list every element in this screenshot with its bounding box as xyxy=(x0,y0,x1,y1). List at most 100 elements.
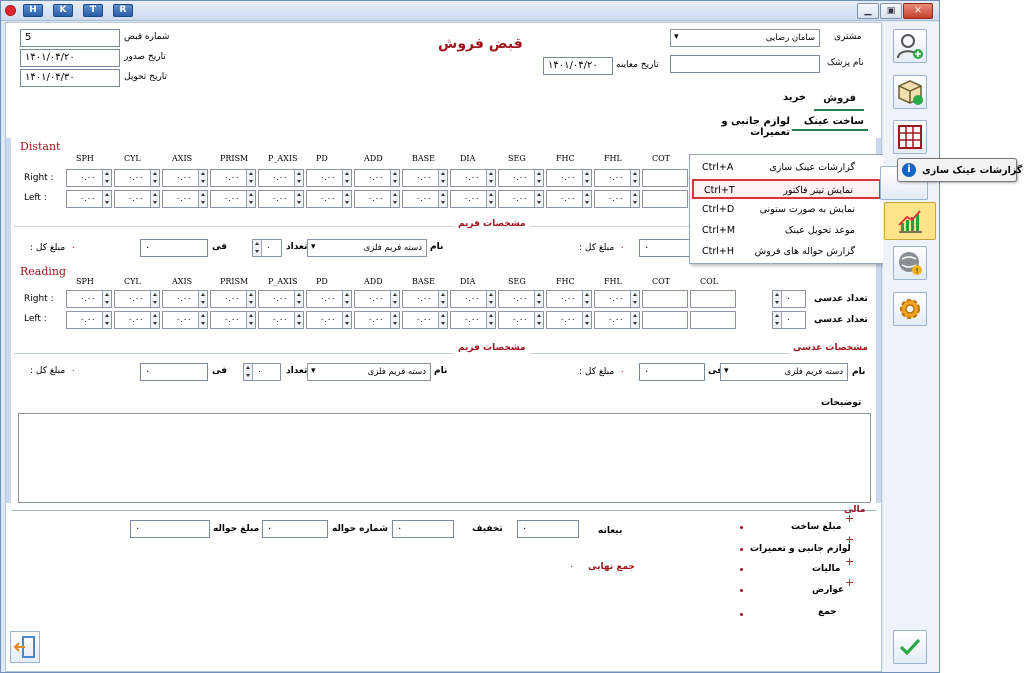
receipt-no-field[interactable]: 5 xyxy=(20,29,120,47)
spinner-arrows-icon[interactable] xyxy=(390,312,399,328)
spinner-arrows-icon[interactable] xyxy=(198,312,207,328)
spinner-arrows-icon[interactable] xyxy=(582,170,591,186)
reading-right-pd-cell[interactable]: ۰.۰۰ xyxy=(306,290,352,308)
doctor-field[interactable] xyxy=(670,55,820,73)
reading-left-axis-cell[interactable]: ۰.۰۰ xyxy=(162,311,208,329)
exit-button[interactable] xyxy=(10,631,40,663)
menu-item-delivery-deadline[interactable]: موعد تحویل عینک Ctrl+M xyxy=(692,221,881,241)
add-customer-button[interactable] xyxy=(893,29,927,63)
frame-count-spinner-2[interactable]: ۰ xyxy=(243,363,281,381)
issue-date-field[interactable]: ۱۴۰۱/۰۴/۲۰ xyxy=(20,49,120,67)
frame-name-select-1[interactable]: دسته فریم فلزی xyxy=(307,239,427,257)
spinner-arrows-icon[interactable] xyxy=(342,170,351,186)
tab-lens-making[interactable]: ساخت عینک xyxy=(792,113,868,131)
reading-left-fhc-cell[interactable]: ۰.۰۰ xyxy=(546,311,592,329)
reading-left-p-axis-cell[interactable]: ۰.۰۰ xyxy=(258,311,304,329)
menu-item-sales-transfer-report[interactable]: گزارش حواله های فروش Ctrl+H xyxy=(692,242,881,262)
reading-left-pd-cell[interactable]: ۰.۰۰ xyxy=(306,311,352,329)
spinner-arrows-icon[interactable] xyxy=(102,170,111,186)
reading-right-cyl-cell[interactable]: ۰.۰۰ xyxy=(114,290,160,308)
hotkey-r-button[interactable]: R xyxy=(113,4,133,17)
spinner-arrows-icon[interactable] xyxy=(246,312,255,328)
reading-left-prism-cell[interactable]: ۰.۰۰ xyxy=(210,311,256,329)
spinner-arrows-icon[interactable] xyxy=(294,170,303,186)
spinner-arrows-icon[interactable] xyxy=(198,191,207,207)
spinner-arrows-icon[interactable] xyxy=(582,191,591,207)
spinner-arrows-icon[interactable] xyxy=(630,191,639,207)
distant-left-fhc-cell[interactable]: ۰.۰۰ xyxy=(546,190,592,208)
distant-left-p-axis-cell[interactable]: ۰.۰۰ xyxy=(258,190,304,208)
distant-left-sph-cell[interactable]: ۰.۰۰ xyxy=(66,190,112,208)
spinner-arrows-icon[interactable] xyxy=(630,170,639,186)
minimize-button[interactable]: ▁ xyxy=(857,3,879,19)
spinner-arrows-icon[interactable] xyxy=(582,291,591,307)
spinner-arrows-icon[interactable] xyxy=(438,170,447,186)
reading-right-prism-cell[interactable]: ۰.۰۰ xyxy=(210,290,256,308)
distant-right-cot-cell[interactable] xyxy=(642,169,688,187)
distant-right-pd-cell[interactable]: ۰.۰۰ xyxy=(306,169,352,187)
spinner-arrows-icon[interactable] xyxy=(486,170,495,186)
spinner-arrows-icon[interactable] xyxy=(534,312,543,328)
spinner-arrows-icon[interactable] xyxy=(342,291,351,307)
distant-left-axis-cell[interactable]: ۰.۰۰ xyxy=(162,190,208,208)
distant-left-seg-cell[interactable]: ۰.۰۰ xyxy=(498,190,544,208)
reading-right-cot-cell[interactable] xyxy=(642,290,688,308)
distant-left-pd-cell[interactable]: ۰.۰۰ xyxy=(306,190,352,208)
spinner-arrows-icon[interactable] xyxy=(486,312,495,328)
spinner-arrows-icon[interactable] xyxy=(294,312,303,328)
tab-purchase[interactable]: خرید xyxy=(762,87,812,111)
distant-right-fhc-cell[interactable]: ۰.۰۰ xyxy=(546,169,592,187)
maximize-button[interactable]: ▣ xyxy=(880,3,902,19)
spinner-arrows-icon[interactable] xyxy=(150,170,159,186)
lens-name-select-2[interactable]: دسته فریم فلزی xyxy=(720,363,848,381)
glasses-reports-button[interactable] xyxy=(884,202,936,240)
transfer-no-field[interactable]: ۰ xyxy=(262,520,328,538)
reading-right-seg-cell[interactable]: ۰.۰۰ xyxy=(498,290,544,308)
distant-right-base-cell[interactable]: ۰.۰۰ xyxy=(402,169,448,187)
lens-count-right-spinner[interactable]: ۰ xyxy=(772,290,806,308)
reading-right-axis-cell[interactable]: ۰.۰۰ xyxy=(162,290,208,308)
tab-accessories[interactable]: لوازم جانبی و تعمیرات xyxy=(692,113,792,138)
spinner-arrows-icon[interactable] xyxy=(390,191,399,207)
spinner-arrows-icon[interactable] xyxy=(630,291,639,307)
spinner-arrows-icon[interactable] xyxy=(102,312,111,328)
spinner-arrows-icon[interactable] xyxy=(150,191,159,207)
spinner-arrows-icon[interactable] xyxy=(198,170,207,186)
menu-item-show-invoice-header[interactable]: نمایش تیتر فاکتور Ctrl+T xyxy=(692,179,881,199)
distant-right-dia-cell[interactable]: ۰.۰۰ xyxy=(450,169,496,187)
spinner-arrows-icon[interactable] xyxy=(390,291,399,307)
frame-price-field-1[interactable]: ۰ xyxy=(140,239,208,257)
frame-count-spinner-1[interactable]: ۰ xyxy=(252,239,282,257)
distant-right-axis-cell[interactable]: ۰.۰۰ xyxy=(162,169,208,187)
distant-right-cyl-cell[interactable]: ۰.۰۰ xyxy=(114,169,160,187)
spinner-arrows-icon[interactable] xyxy=(246,170,255,186)
tab-sale[interactable]: فروش xyxy=(814,87,864,111)
spinner-arrows-icon[interactable] xyxy=(102,291,111,307)
delivery-date-field[interactable]: ۱۴۰۱/۰۴/۳۰ xyxy=(20,69,120,87)
reading-left-seg-cell[interactable]: ۰.۰۰ xyxy=(498,311,544,329)
spinner-arrows-icon[interactable] xyxy=(150,291,159,307)
reading-right-fhc-cell[interactable]: ۰.۰۰ xyxy=(546,290,592,308)
lens-count-left-spinner[interactable]: ۰ xyxy=(772,311,806,329)
spinner-arrows-icon[interactable] xyxy=(438,312,447,328)
distant-left-prism-cell[interactable]: ۰.۰۰ xyxy=(210,190,256,208)
frame-price-field-2[interactable]: ۰ xyxy=(140,363,208,381)
spinner-arrows-icon[interactable] xyxy=(294,291,303,307)
reading-left-fhl-cell[interactable]: ۰.۰۰ xyxy=(594,311,640,329)
reading-left-base-cell[interactable]: ۰.۰۰ xyxy=(402,311,448,329)
distant-left-cot-cell[interactable] xyxy=(642,190,688,208)
spinner-arrows-icon[interactable] xyxy=(342,312,351,328)
customer-select[interactable]: سامان رضایی xyxy=(670,29,820,47)
distant-left-fhl-cell[interactable]: ۰.۰۰ xyxy=(594,190,640,208)
reading-left-add-cell[interactable]: ۰.۰۰ xyxy=(354,311,400,329)
table-button[interactable] xyxy=(893,120,927,154)
reading-left-dia-cell[interactable]: ۰.۰۰ xyxy=(450,311,496,329)
transfer-amount-field[interactable]: ۰ xyxy=(130,520,210,538)
distant-right-prism-cell[interactable]: ۰.۰۰ xyxy=(210,169,256,187)
spinner-arrows-icon[interactable] xyxy=(246,191,255,207)
notes-textarea[interactable] xyxy=(18,413,871,503)
frame-name-select-2[interactable]: دسته فریم فلزی xyxy=(307,363,431,381)
menu-item-glasses-reports[interactable]: گزارشات عینک سازی Ctrl+A xyxy=(692,158,881,178)
products-button[interactable] xyxy=(893,75,927,109)
spinner-arrows-icon[interactable] xyxy=(534,170,543,186)
